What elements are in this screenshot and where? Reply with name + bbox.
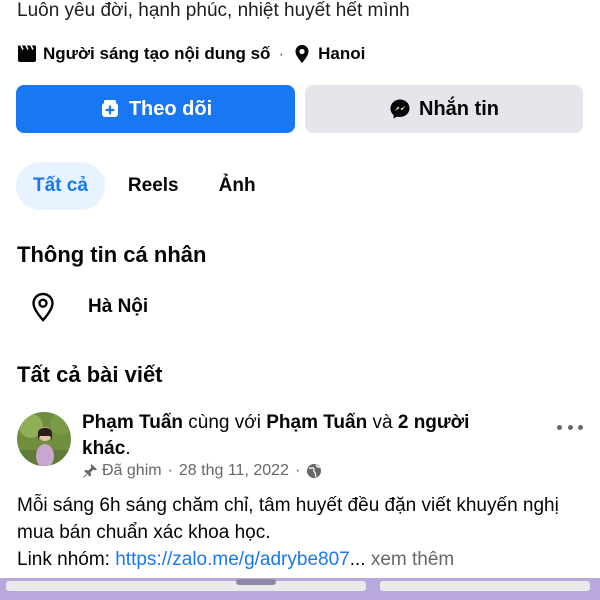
profile-bio: Luôn yêu đời, hạnh phúc, nhiệt huyết hết… (17, 0, 410, 21)
post-text: Mỗi sáng 6h sáng chăm chỉ, tâm huyết đều… (17, 495, 559, 543)
post-sep-2: · (294, 462, 301, 479)
location-pin-icon (292, 44, 312, 64)
post-link[interactable]: https://zalo.me/g/adrybe807 (115, 549, 349, 570)
post-link-line: Link nhóm: https://zalo.me/g/adrybe807..… (17, 546, 592, 573)
about-city: Hà Nội (88, 296, 149, 317)
post-link-ellipsis: ... (349, 549, 366, 570)
pin-icon (82, 463, 98, 479)
post-header: Phạm Tuấn cùng với Phạm Tuấn và 2 người … (82, 410, 522, 462)
media-notch (236, 579, 276, 585)
more-icon[interactable] (557, 418, 583, 436)
media-bar-left (6, 581, 366, 591)
post-date[interactable]: 28 thg 11, 2022 (179, 462, 289, 480)
about-title: Thông tin cá nhân (17, 242, 207, 267)
post-pinned: Đã ghim (102, 462, 162, 479)
profile-tabs: Tất cả Reels Ảnh (16, 162, 279, 210)
media-bar-right (380, 581, 590, 591)
post-subline: Đã ghim · 28 thg 11, 2022 · (82, 462, 322, 480)
post-body: Mỗi sáng 6h sáng chăm chỉ, tâm huyết đều… (17, 492, 592, 573)
avatar[interactable] (17, 412, 71, 466)
post-sep-1: · (167, 462, 173, 479)
post-media[interactable] (0, 578, 600, 600)
see-more-link[interactable]: xem thêm (366, 549, 454, 570)
add-friend-icon (99, 98, 121, 120)
post-with-text: cùng với (183, 412, 267, 433)
messenger-icon (389, 98, 411, 120)
tab-reels[interactable]: Reels (111, 162, 196, 210)
globe-icon (306, 463, 322, 479)
location-pin-icon (30, 292, 56, 322)
message-label: Nhắn tin (419, 97, 499, 120)
profile-role: Người sáng tạo nội dung số (43, 44, 271, 63)
profile-meta: Người sáng tạo nội dung số · Hanoi (17, 44, 365, 64)
profile-location[interactable]: Hanoi (318, 44, 365, 64)
posts-section-title: Tất cả bài viết (17, 362, 163, 387)
post-end-punct: . (125, 438, 131, 459)
post-author[interactable]: Phạm Tuấn (82, 412, 183, 433)
follow-button[interactable]: Theo dõi (16, 85, 295, 133)
tab-photos[interactable]: Ảnh (202, 162, 273, 210)
post-tagged[interactable]: Phạm Tuấn (266, 412, 367, 433)
post-link-prefix: Link nhóm: (17, 549, 116, 570)
clapperboard-icon (17, 44, 37, 64)
post-and-text: và (367, 412, 398, 433)
message-button[interactable]: Nhắn tin (305, 85, 583, 133)
about-location-row: Hà Nội (30, 292, 148, 322)
tab-all[interactable]: Tất cả (16, 162, 105, 210)
follow-label: Theo dõi (128, 97, 213, 120)
meta-separator: · (278, 44, 285, 63)
